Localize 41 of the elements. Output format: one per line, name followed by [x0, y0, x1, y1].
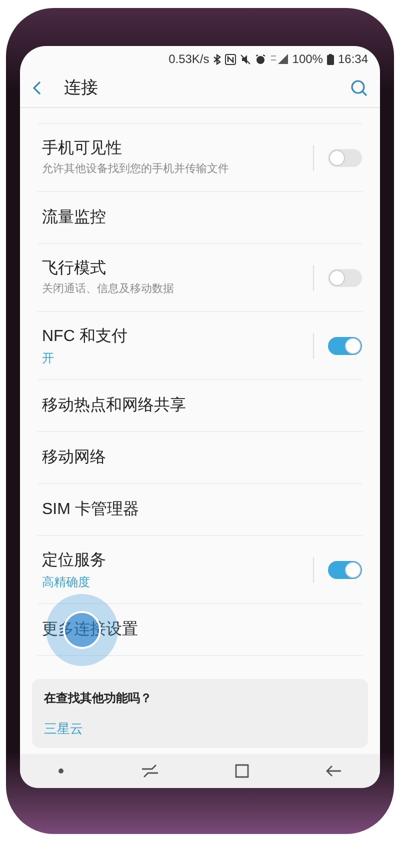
item-title: 流量监控 [42, 208, 107, 228]
suggestion-title: 在查找其他功能吗？ [44, 690, 153, 706]
clock: 16:34 [338, 51, 368, 68]
home-icon[interactable] [235, 764, 250, 778]
settings-item[interactable]: 移动网络 [38, 432, 362, 484]
battery-icon [326, 54, 334, 64]
battery-level: 100% [292, 51, 323, 68]
bluetooth-icon [213, 54, 222, 64]
network-speed: 0.53K/s [168, 51, 210, 68]
back-icon[interactable] [32, 80, 42, 96]
settings-item[interactable]: 定位服务 高精确度 [38, 536, 362, 604]
nfc-icon [225, 54, 236, 64]
item-title: NFC 和支付 [42, 326, 128, 346]
toggle-switch[interactable] [328, 560, 362, 578]
item-title: SIM 卡管理器 [42, 500, 140, 520]
item-title: 定位服务 [42, 550, 107, 570]
mute-icon [240, 54, 252, 64]
page-title: 连接 [64, 76, 99, 99]
settings-item[interactable]: 飞行模式 关闭通话、信息及移动数据 [38, 244, 362, 312]
alarm-icon [255, 54, 266, 64]
recent-apps-icon[interactable] [140, 764, 159, 778]
item-subtitle: 允许其他设备找到您的手机并传输文件 [42, 162, 230, 178]
item-subtitle: 高精确度 [42, 574, 91, 590]
settings-item[interactable]: SIM 卡管理器 [38, 484, 362, 536]
settings-item[interactable]: NFC 和支付 开 [38, 312, 362, 380]
settings-item[interactable]: 流量监控 [38, 192, 362, 244]
signal-icon [270, 54, 288, 64]
toggle-switch[interactable] [328, 336, 362, 354]
item-title: 移动热点和网络共享 [42, 396, 187, 416]
toggle-switch[interactable] [328, 148, 362, 166]
item-title: 移动网络 [42, 448, 107, 468]
dot-icon[interactable] [58, 768, 64, 774]
settings-item[interactable]: 手机可见性 允许其他设备找到您的手机并传输文件 [38, 124, 362, 192]
settings-item[interactable]: 移动热点和网络共享 [38, 380, 362, 432]
item-title: 飞行模式 [42, 258, 107, 280]
item-subtitle: 开 [42, 350, 55, 366]
search-icon[interactable] [350, 78, 368, 96]
item-title: 手机可见性 [42, 138, 123, 160]
item-subtitle: 关闭通话、信息及移动数据 [42, 282, 175, 298]
back-arrow-icon[interactable] [326, 765, 342, 777]
toggle-switch[interactable] [328, 268, 362, 286]
